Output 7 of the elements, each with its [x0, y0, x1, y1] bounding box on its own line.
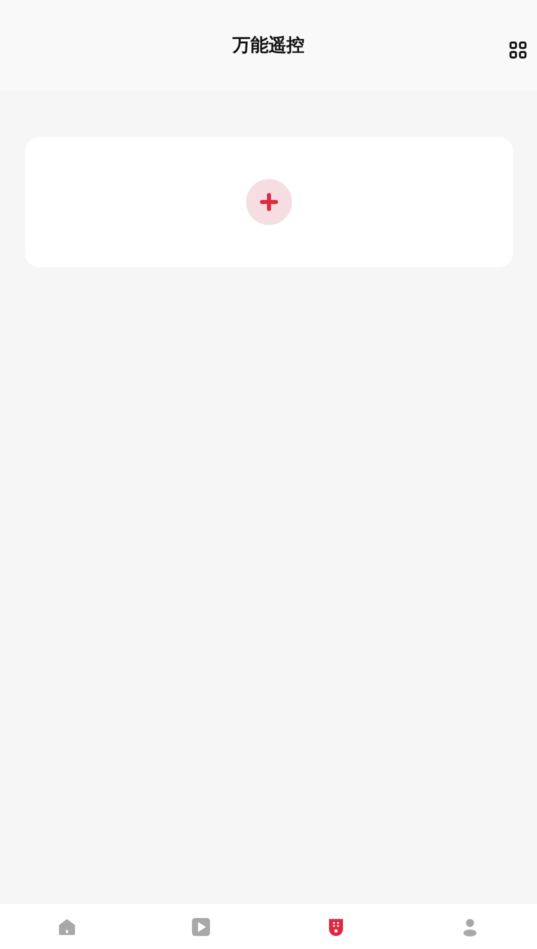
grid-menu-button[interactable]	[509, 41, 527, 59]
play-icon	[191, 916, 212, 936]
add-button[interactable]	[246, 179, 292, 225]
home-icon	[57, 916, 78, 936]
grid-icon	[509, 41, 527, 59]
plus-icon	[260, 193, 278, 211]
page-title: 万能遥控	[232, 34, 304, 58]
